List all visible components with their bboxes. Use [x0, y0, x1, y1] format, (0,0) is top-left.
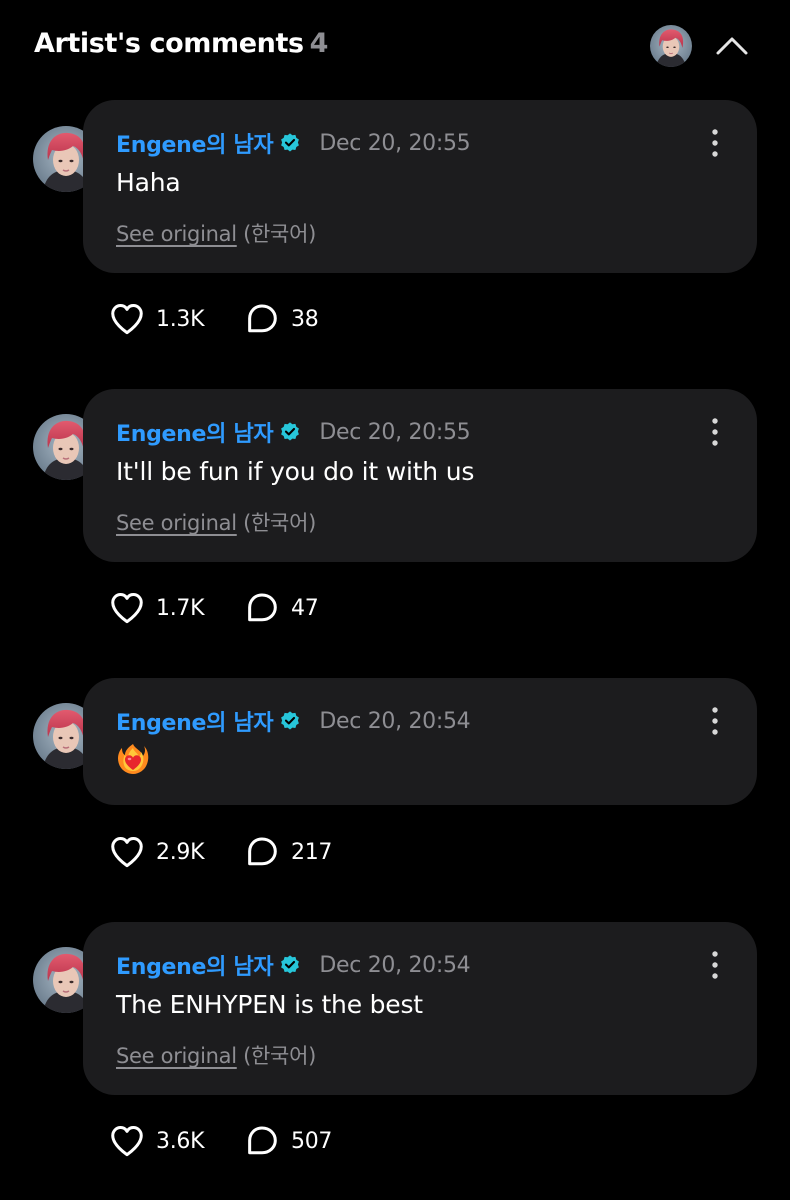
- like-button[interactable]: 1.3K: [108, 300, 205, 338]
- comment-actions: 1.7K 47: [108, 588, 319, 628]
- reply-button[interactable]: 217: [243, 832, 332, 872]
- chevron-up-icon: [716, 37, 748, 55]
- comments-header: Artist's comments 4: [0, 0, 790, 96]
- artist-avatar[interactable]: [650, 25, 692, 67]
- more-vertical-icon: [701, 126, 729, 160]
- like-button[interactable]: 3.6K: [108, 1122, 205, 1160]
- like-count: 1.7K: [156, 595, 205, 621]
- comment-bubble: Engene의 남자 Dec 20, 20:55 It'll be fun if…: [83, 389, 757, 562]
- more-options-button[interactable]: [701, 948, 729, 982]
- author-name[interactable]: Engene의 남자: [116, 416, 274, 448]
- speech-bubble-icon: [243, 1122, 281, 1160]
- translation-row: See original (한국어): [116, 218, 316, 248]
- comment-text: It'll be fun if you do it with us: [116, 457, 475, 486]
- page-title: Artist's comments 4: [34, 28, 328, 59]
- comment-count: 4: [309, 28, 329, 59]
- reply-count: 47: [291, 595, 319, 621]
- original-language: (한국어): [243, 511, 316, 535]
- comment-text: Haha: [116, 168, 181, 197]
- comment-meta: Engene의 남자 Dec 20, 20:54: [116, 705, 471, 737]
- more-options-button[interactable]: [701, 126, 729, 160]
- header-title-text: Artist's comments: [34, 28, 304, 59]
- collapse-button[interactable]: [712, 27, 752, 67]
- verified-badge-icon: [279, 710, 301, 732]
- comment-bubble: Engene의 남자 Dec 20, 20:55 Haha See origin…: [83, 100, 757, 273]
- speech-bubble-icon: [243, 300, 281, 338]
- comment-bubble: Engene의 남자 Dec 20, 20:54: [83, 678, 757, 805]
- reply-button[interactable]: 47: [243, 588, 319, 628]
- original-language: (한국어): [243, 1044, 316, 1068]
- heart-outline-icon: [108, 1122, 146, 1160]
- comment-text: The ENHYPEN is the best: [116, 990, 423, 1019]
- comment-actions: 3.6K 507: [108, 1121, 332, 1161]
- reply-count: 217: [291, 839, 333, 865]
- see-original-link[interactable]: See original: [116, 222, 237, 246]
- comment-meta: Engene의 남자 Dec 20, 20:55: [116, 416, 471, 448]
- comment-actions: 2.9K 217: [108, 832, 332, 872]
- speech-bubble-icon: [243, 833, 281, 871]
- verified-badge-icon: [279, 421, 301, 443]
- author-name[interactable]: Engene의 남자: [116, 705, 274, 737]
- see-original-link[interactable]: See original: [116, 511, 237, 535]
- comment-timestamp: Dec 20, 20:54: [319, 952, 471, 978]
- like-count: 1.3K: [156, 306, 205, 332]
- reply-count: 507: [291, 1128, 333, 1154]
- more-options-button[interactable]: [701, 415, 729, 449]
- translation-row: See original (한국어): [116, 507, 316, 537]
- reply-button[interactable]: 38: [243, 299, 319, 339]
- like-button[interactable]: 1.7K: [108, 589, 205, 627]
- like-count: 3.6K: [156, 1128, 205, 1154]
- more-options-button[interactable]: [701, 704, 729, 738]
- heart-outline-icon: [108, 300, 146, 338]
- comment-actions: 1.3K 38: [108, 299, 319, 339]
- speech-bubble-icon: [243, 589, 281, 627]
- more-vertical-icon: [701, 948, 729, 982]
- reply-count: 38: [291, 306, 319, 332]
- see-original-link[interactable]: See original: [116, 1044, 237, 1068]
- original-language: (한국어): [243, 222, 316, 246]
- comment-meta: Engene의 남자 Dec 20, 20:55: [116, 127, 471, 159]
- verified-badge-icon: [279, 954, 301, 976]
- author-name[interactable]: Engene의 남자: [116, 949, 274, 981]
- like-button[interactable]: 2.9K: [108, 833, 205, 871]
- comment-bubble: Engene의 남자 Dec 20, 20:54 The ENHYPEN is …: [83, 922, 757, 1095]
- comment-meta: Engene의 남자 Dec 20, 20:54: [116, 949, 471, 981]
- more-vertical-icon: [701, 704, 729, 738]
- author-name[interactable]: Engene의 남자: [116, 127, 274, 159]
- comment-timestamp: Dec 20, 20:54: [319, 708, 471, 734]
- comment-timestamp: Dec 20, 20:55: [319, 419, 471, 445]
- heart-on-fire-emoji: [116, 742, 150, 776]
- comment-timestamp: Dec 20, 20:55: [319, 130, 471, 156]
- heart-outline-icon: [108, 589, 146, 627]
- like-count: 2.9K: [156, 839, 205, 865]
- translation-row: See original (한국어): [116, 1040, 316, 1070]
- heart-outline-icon: [108, 833, 146, 871]
- more-vertical-icon: [701, 415, 729, 449]
- reply-button[interactable]: 507: [243, 1121, 332, 1161]
- verified-badge-icon: [279, 132, 301, 154]
